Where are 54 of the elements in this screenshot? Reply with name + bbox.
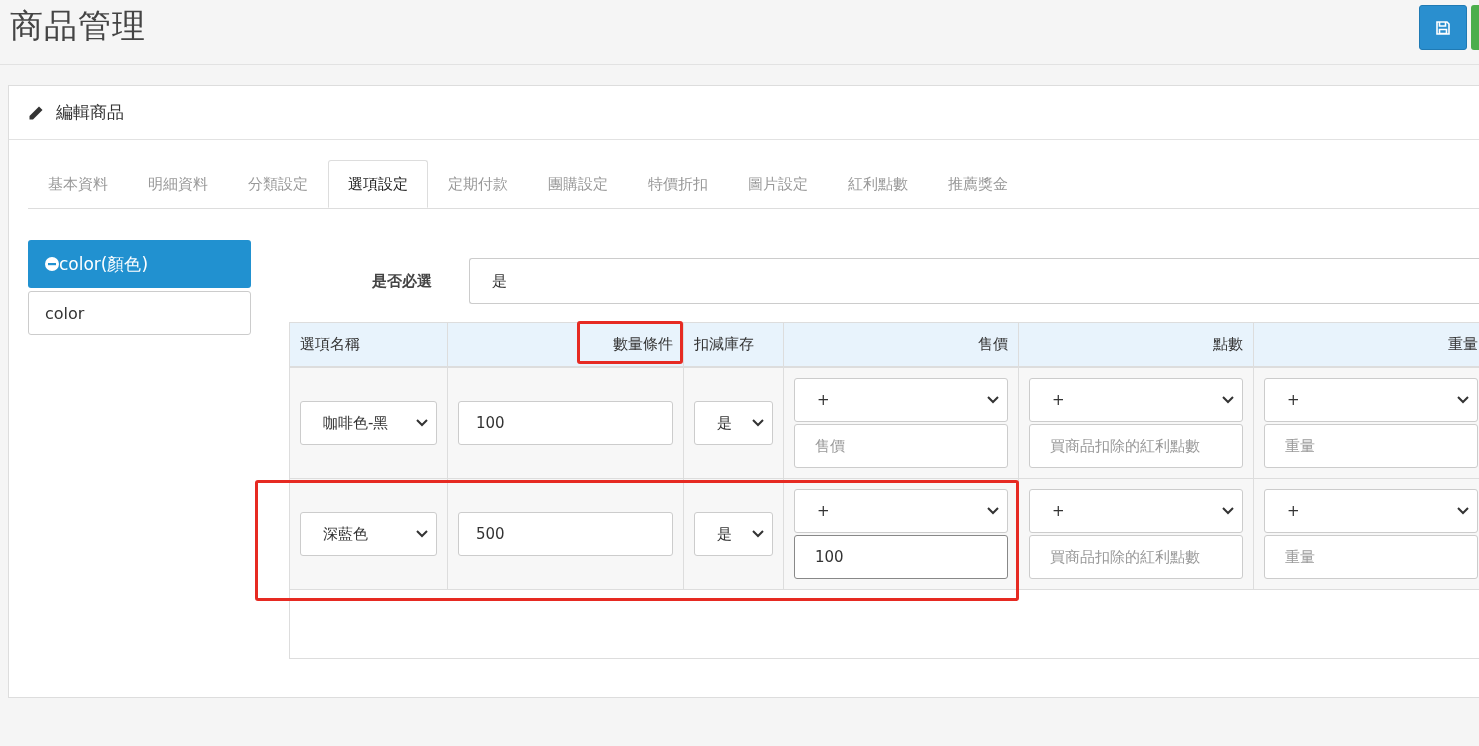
operator-select[interactable]: + [794,489,1008,533]
chevron-down-icon [752,530,764,538]
column-header: 重量 [1448,335,1478,354]
quantity-field[interactable]: 100 [458,401,673,445]
select-value: + [817,391,830,409]
stock-select[interactable]: 是 [694,401,773,445]
chevron-down-icon [752,419,764,427]
chevron-down-icon [1457,396,1469,404]
minus-circle-icon [45,257,59,271]
chevron-down-icon [1222,396,1234,404]
weight-field[interactable]: 重量 [1264,535,1478,579]
select-value: + [817,502,830,520]
tab[interactable]: 選項設定 [328,160,428,208]
price-field[interactable]: 售價 [794,424,1008,468]
save-button[interactable] [1419,5,1467,50]
points-field[interactable]: 買商品扣除的紅利點數 [1029,535,1243,579]
operator-select[interactable]: + [794,378,1008,422]
select-value: 是 [717,524,732,544]
operator-select[interactable]: + [1264,378,1478,422]
quantity-field[interactable]: 500 [458,512,673,556]
column-header: 點數 [1213,335,1243,354]
select-value: + [1052,391,1065,409]
select-value: 咖啡色-黑 [323,413,389,433]
select-value: + [1287,391,1300,409]
select-value: + [1287,502,1300,520]
operator-select[interactable]: + [1264,489,1478,533]
weight-field[interactable]: 重量 [1264,424,1478,468]
chevron-down-icon [416,419,428,427]
required-select[interactable]: 是 [469,258,1479,304]
chevron-down-icon [987,396,999,404]
pencil-icon [28,104,44,121]
chevron-down-icon [1457,507,1469,515]
panel-title: 編輯商品 [56,101,124,124]
column-header: 選項名稱 [300,335,360,354]
price-field[interactable]: 100 [794,535,1008,579]
select-value: 是 [717,413,732,433]
select-value: 深藍色 [323,524,368,544]
column-header: 數量條件 [613,335,673,354]
save-icon [1436,20,1450,35]
field-label: 是否必選 [371,271,433,291]
column-header: 售價 [978,335,1008,354]
column-header: 扣減庫存 [694,335,754,354]
operator-select[interactable]: + [1029,489,1243,533]
select-value: + [1052,502,1065,520]
chevron-down-icon [1222,507,1234,515]
option-select[interactable]: 咖啡色-黑 [300,401,437,445]
points-field[interactable]: 買商品扣除的紅利點數 [1029,424,1243,468]
stock-select[interactable]: 是 [694,512,773,556]
chevron-down-icon [987,507,999,515]
option-select[interactable]: 深藍色 [300,512,437,556]
page-title: 商品管理 [10,5,146,47]
option-name-field[interactable]: color [28,291,251,335]
operator-select[interactable]: + [1029,378,1243,422]
chevron-down-icon [416,530,428,538]
